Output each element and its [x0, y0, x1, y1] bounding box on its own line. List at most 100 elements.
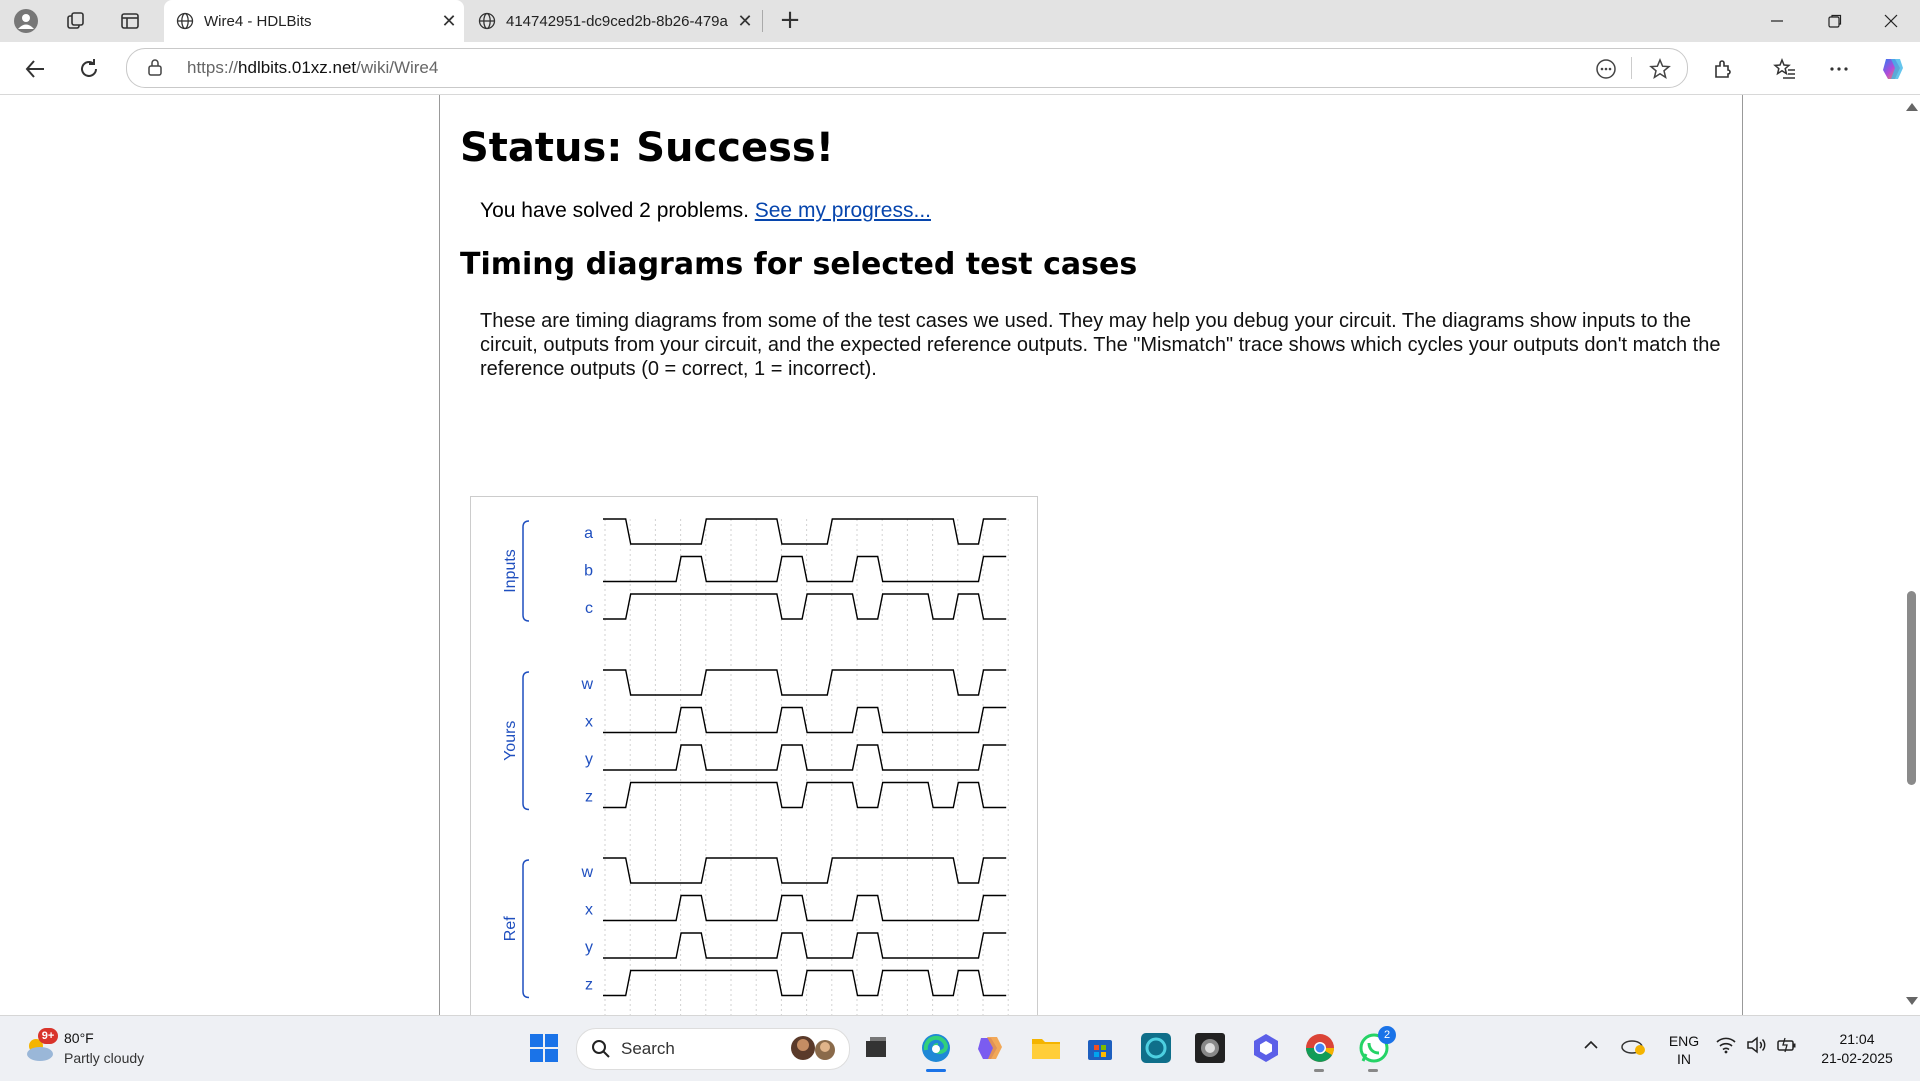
search-highlight-icon [791, 1036, 835, 1060]
profile-icon[interactable] [10, 6, 42, 36]
signal-name: x [585, 714, 593, 731]
whatsapp-badge: 2 [1378, 1026, 1396, 1044]
weather-badge: 9+ [38, 1028, 58, 1044]
signal-name: w [580, 676, 593, 693]
wifi-icon[interactable] [1716, 1036, 1736, 1057]
region-text: IN [1677, 1051, 1691, 1067]
copilot-icon[interactable] [1876, 52, 1910, 86]
clock-time: 21:04 [1839, 1031, 1875, 1047]
show-hidden-icons[interactable] [1582, 1036, 1600, 1057]
group-label-ref: Ref [502, 916, 519, 941]
search-icon [592, 1040, 610, 1058]
progress-link[interactable]: See my progress... [755, 199, 931, 222]
lock-icon[interactable] [147, 58, 163, 76]
onedrive-icon[interactable] [1620, 1034, 1646, 1059]
task-view-icon[interactable] [858, 1030, 894, 1066]
clock-date: 21-02-2025 [1821, 1050, 1893, 1066]
tab-bar: Wire4 - HDLBits ✕ 414742951-dc9ced2b-8b2… [0, 0, 1920, 42]
signal-name: z [585, 789, 593, 806]
signal-trace-x [603, 894, 1007, 922]
alexa-app-icon[interactable] [1138, 1030, 1174, 1066]
weather-condition: Partly cloudy [64, 1050, 145, 1066]
group-label-yours: Yours [502, 721, 519, 761]
weather-widget[interactable]: 9+ 80°F Partly cloudy [22, 1028, 222, 1070]
group-bracket [522, 671, 530, 811]
signal-trace-w [603, 669, 1007, 696]
signal-trace-c [603, 593, 1007, 620]
timing-diagram: InputsabcYourswxyzRefwxyzMismatch:510152… [470, 496, 1038, 1015]
tab-image[interactable]: 414742951-dc9ced2b-8b26-479a ✕ [466, 0, 760, 42]
left-sidebar [4, 95, 440, 1015]
status-heading: Status: Success! [460, 125, 834, 171]
language-indicator[interactable]: ENG IN [1664, 1032, 1704, 1068]
start-button[interactable] [526, 1030, 562, 1066]
back-icon[interactable] [18, 52, 52, 86]
volume-icon[interactable] [1746, 1036, 1768, 1057]
scroll-thumb[interactable] [1907, 591, 1916, 785]
close-tab-icon[interactable]: ✕ [730, 11, 760, 32]
taskbar: 9+ 80°F Partly cloudy Search 2 ENG IN 21… [0, 1015, 1920, 1081]
chrome-app-icon[interactable] [1302, 1030, 1338, 1072]
url-field[interactable]: https://hdlbits.01xz.net/wiki/Wire4 [126, 48, 1688, 88]
store-icon[interactable] [1082, 1030, 1118, 1066]
office-app-icon[interactable] [1248, 1030, 1284, 1066]
weather-temperature: 80°F [64, 1030, 94, 1046]
signal-trace-y [603, 744, 1007, 771]
signal-trace-z [603, 781, 1007, 809]
edge-app-icon[interactable] [918, 1030, 954, 1072]
favorites-icon[interactable] [1768, 52, 1802, 86]
page-viewport: Status: Success! You have solved 2 probl… [0, 95, 1902, 1015]
signal-trace-z [603, 969, 1007, 997]
group-label-inputs: Inputs [502, 549, 519, 593]
copilot-app-icon[interactable] [972, 1030, 1008, 1066]
tab-actions-icon[interactable] [114, 6, 146, 36]
workspaces-icon[interactable] [60, 6, 92, 36]
timing-heading: Timing diagrams for selected test cases [460, 247, 1138, 282]
signal-name: z [585, 977, 593, 994]
vertical-scrollbar[interactable] [1902, 95, 1920, 1015]
timing-description: These are timing diagrams from some of t… [480, 310, 1721, 380]
search-placeholder: Search [621, 1039, 675, 1058]
close-window-button[interactable] [1862, 0, 1920, 42]
language-text: ENG [1668, 1033, 1700, 1049]
solved-text: You have solved 2 problems. [480, 199, 749, 222]
photo-app-icon[interactable] [1192, 1030, 1228, 1066]
signal-name: b [584, 563, 593, 580]
taskbar-search[interactable]: Search [576, 1028, 850, 1070]
url-text: https://hdlbits.01xz.net/wiki/Wire4 [187, 58, 439, 77]
address-bar: https://hdlbits.01xz.net/wiki/Wire4 [0, 42, 1920, 95]
whatsapp-app-icon[interactable]: 2 [1356, 1026, 1396, 1072]
minimize-button[interactable] [1748, 0, 1806, 42]
extensions-icon[interactable] [1706, 52, 1740, 86]
group-bracket [522, 859, 530, 999]
tab-wire4[interactable]: Wire4 - HDLBits ✕ [164, 0, 464, 42]
scroll-up-arrow-icon[interactable] [1906, 103, 1918, 111]
content-border [1742, 95, 1743, 1015]
restore-button[interactable] [1806, 0, 1864, 42]
favorite-star-icon[interactable] [1647, 56, 1673, 82]
reading-mode-icon[interactable] [1593, 56, 1619, 82]
tab-title: 414742951-dc9ced2b-8b26-479a [506, 12, 728, 30]
signal-trace-x [603, 706, 1007, 734]
group-bracket [522, 520, 530, 622]
tab-separator [762, 10, 763, 32]
tab-title: Wire4 - HDLBits [204, 12, 312, 30]
close-tab-icon[interactable]: ✕ [434, 11, 464, 32]
file-explorer-icon[interactable] [1028, 1030, 1064, 1066]
signal-trace-y [603, 932, 1007, 959]
timing-diagram-svg: InputsabcYourswxyzRefwxyzMismatch:510152… [502, 518, 1009, 1015]
signal-name: w [580, 864, 593, 881]
more-menu-icon[interactable] [1822, 52, 1856, 86]
signal-name: x [585, 902, 593, 919]
signal-trace-b [603, 555, 1007, 583]
battery-icon[interactable] [1776, 1036, 1798, 1057]
signal-trace-a [603, 518, 1007, 545]
refresh-icon[interactable] [72, 52, 106, 86]
signal-name: a [584, 525, 593, 542]
globe-icon [176, 12, 194, 30]
scroll-down-arrow-icon[interactable] [1906, 997, 1918, 1005]
new-tab-button[interactable]: + [774, 6, 806, 36]
clock[interactable]: 21:04 21-02-2025 [1812, 1030, 1902, 1068]
signal-trace-w [603, 857, 1007, 884]
globe-icon [478, 12, 496, 30]
